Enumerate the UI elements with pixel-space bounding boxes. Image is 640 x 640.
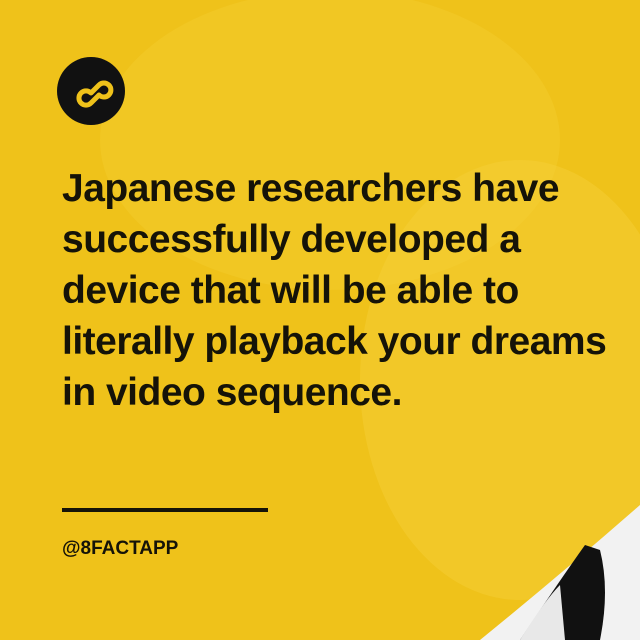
social-handle: @8FACTAPP	[62, 538, 179, 559]
headline: Japanese researchers have successfully d…	[62, 167, 607, 414]
divider	[62, 508, 268, 512]
brand-logo	[57, 57, 125, 125]
infinity-eight-icon	[76, 80, 114, 108]
